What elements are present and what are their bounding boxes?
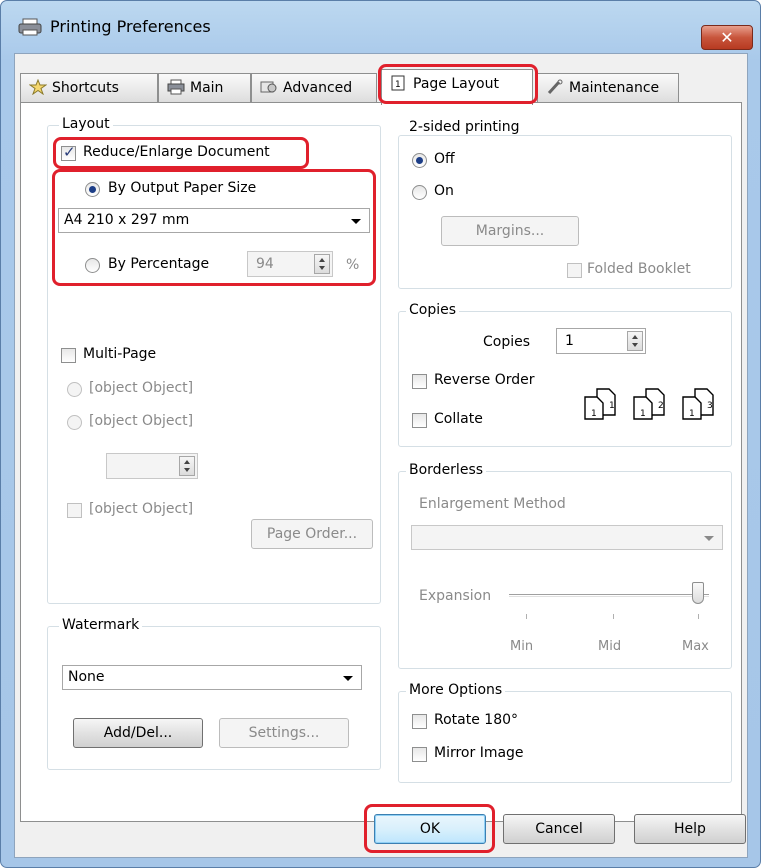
poster-printing-label: [object Object] <box>89 413 194 429</box>
enlargement-method-select[interactable] <box>411 525 723 550</box>
print-page-borders-label: [object Object] <box>89 501 194 517</box>
svg-text:1: 1 <box>609 401 615 411</box>
svg-text:1: 1 <box>640 409 646 419</box>
by-percentage-radio[interactable] <box>85 258 100 273</box>
collate-checkbox[interactable] <box>412 413 427 428</box>
cancel-button[interactable]: Cancel <box>503 814 615 844</box>
close-button[interactable]: ✕ <box>701 25 753 50</box>
expansion-slider-track[interactable] <box>509 594 709 597</box>
wrench-icon <box>547 79 563 95</box>
enlargement-method-label: Enlargement Method <box>419 496 566 512</box>
svg-text:3: 3 <box>707 401 713 411</box>
slider-tick-mid <box>613 614 614 619</box>
reverse-order-label: Reverse Order <box>434 372 535 388</box>
help-button[interactable]: Help <box>634 814 746 844</box>
collate-label: Collate <box>434 411 483 427</box>
svg-text:1: 1 <box>395 80 401 90</box>
window-title: Printing Preferences <box>50 17 211 36</box>
margins-button[interactable]: Margins... <box>441 216 579 246</box>
more-options-group <box>398 691 732 783</box>
tab-shortcuts[interactable]: Shortcuts <box>20 73 158 103</box>
slider-max-label: Max <box>682 639 709 654</box>
slider-tick-min <box>526 614 527 619</box>
two-sided-on-radio[interactable] <box>412 185 427 200</box>
close-icon: ✕ <box>720 28 734 47</box>
slider-min-label: Min <box>510 639 534 654</box>
multi-page-checkbox[interactable] <box>61 348 76 363</box>
rotate-180-label: Rotate 180° <box>434 712 519 728</box>
add-del-button[interactable]: Add/Del... <box>73 718 203 748</box>
title-bar[interactable]: Printing Preferences ✕ <box>1 1 760 50</box>
printing-preferences-window: Printing Preferences ✕ Shortcuts Main Ad… <box>0 0 761 868</box>
by-output-paper-size-radio[interactable] <box>85 182 100 197</box>
pages-per-sheet-radio[interactable] <box>67 382 82 397</box>
tab-advanced[interactable]: Advanced <box>251 73 377 103</box>
tab-page-layout[interactable]: 1 Page Layout <box>381 69 533 105</box>
svg-text:1: 1 <box>591 409 597 419</box>
two-sided-on-label: On <box>434 183 454 199</box>
reverse-order-checkbox[interactable] <box>412 374 427 389</box>
two-sided-off-radio[interactable] <box>412 153 427 168</box>
svg-text:2: 2 <box>658 401 664 411</box>
ok-button[interactable]: OK <box>374 814 486 844</box>
watermark-group-label: Watermark <box>59 617 143 633</box>
printer-icon <box>18 18 42 36</box>
slider-mid-label: Mid <box>598 639 622 654</box>
copies-label: Copies <box>483 334 531 350</box>
percent-unit: % <box>346 257 360 273</box>
watermark-group <box>47 626 381 770</box>
folded-booklet-label: Folded Booklet <box>587 261 691 277</box>
spinner-arrows-icon[interactable] <box>179 456 195 476</box>
by-percentage-label: By Percentage <box>108 256 210 272</box>
reduce-enlarge-checkbox[interactable] <box>61 143 76 161</box>
settings-icon <box>260 81 277 93</box>
more-options-group-label: More Options <box>406 682 506 698</box>
copies-spinner[interactable]: 1 <box>556 328 646 354</box>
pages-per-sheet-label: [object Object] <box>89 380 194 396</box>
slider-tick-max <box>698 614 699 619</box>
expansion-label: Expansion <box>419 588 492 604</box>
tab-maintenance[interactable]: Maintenance <box>537 73 679 103</box>
pages-count-spinner[interactable] <box>106 453 198 479</box>
rotate-180-checkbox[interactable] <box>412 714 427 729</box>
reduce-enlarge-label: Reduce/Enlarge Document <box>83 144 270 160</box>
copies-2-icon: 1 2 <box>633 388 665 420</box>
spinner-arrows-icon[interactable] <box>314 254 330 274</box>
two-sided-group-label: 2-sided printing <box>406 119 523 135</box>
printer-icon <box>167 79 185 95</box>
tab-main[interactable]: Main <box>158 73 251 103</box>
layout-group-label: Layout <box>59 116 113 132</box>
copies-group-label: Copies <box>406 302 460 318</box>
copies-3-icon: 1 3 <box>682 388 714 420</box>
chevron-down-icon <box>343 676 353 681</box>
print-page-borders-checkbox[interactable] <box>67 503 82 518</box>
svg-text:1: 1 <box>689 409 695 419</box>
paper-size-select[interactable]: A4 210 x 297 mm <box>58 208 370 233</box>
borderless-group-label: Borderless <box>406 462 487 478</box>
page-layout-icon: 1 <box>391 75 405 91</box>
star-icon <box>29 79 47 95</box>
mirror-image-checkbox[interactable] <box>412 747 427 762</box>
chevron-down-icon <box>351 219 361 224</box>
by-output-paper-size-label: By Output Paper Size <box>108 180 257 196</box>
copies-1-icon: 1 1 <box>584 388 616 420</box>
watermark-settings-button[interactable]: Settings... <box>219 718 349 748</box>
expansion-slider-thumb[interactable] <box>692 582 704 604</box>
percentage-spinner[interactable]: 94 <box>247 251 333 277</box>
watermark-select[interactable]: None <box>62 665 362 690</box>
page-order-button[interactable]: Page Order... <box>251 519 373 549</box>
mirror-image-label: Mirror Image <box>434 745 524 761</box>
multi-page-label: Multi-Page <box>83 346 157 362</box>
poster-printing-radio[interactable] <box>67 415 82 430</box>
spinner-arrows-icon[interactable] <box>627 331 643 351</box>
folded-booklet-checkbox[interactable] <box>567 263 582 278</box>
two-sided-off-label: Off <box>434 151 455 167</box>
chevron-down-icon <box>704 536 714 541</box>
